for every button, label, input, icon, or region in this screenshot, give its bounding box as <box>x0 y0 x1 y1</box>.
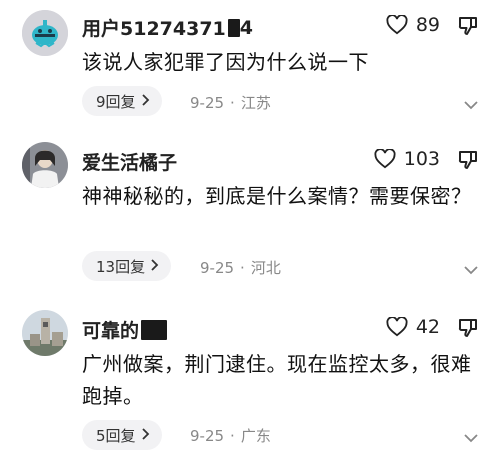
username-text: 用户51274371 <box>82 18 226 40</box>
chevron-down-icon[interactable] <box>464 260 478 279</box>
username-text: 爱生活橘子 <box>82 152 178 174</box>
replies-button[interactable]: 5回复 <box>82 420 162 450</box>
redacted-block <box>227 18 240 37</box>
redacted-block <box>177 153 215 171</box>
username[interactable]: 可靠的 <box>82 316 168 343</box>
comment-meta: 9-25 · 河北 <box>200 259 281 277</box>
dislike-button[interactable] <box>458 318 478 342</box>
replies-count: 13回复 <box>96 257 146 276</box>
heart-icon <box>374 149 396 169</box>
heart-icon <box>386 317 408 337</box>
comment-location: 江苏 <box>240 94 271 112</box>
redacted-block <box>141 319 168 340</box>
comment-meta: 9-25 · 广东 <box>190 427 271 445</box>
replies-button[interactable]: 9回复 <box>82 86 162 116</box>
heart-icon <box>386 15 408 35</box>
like-button[interactable]: 103 <box>374 148 440 170</box>
chevron-down-icon[interactable] <box>464 428 478 447</box>
chevron-right-icon <box>140 426 150 444</box>
comment-text: 神神秘秘的，到底是什么案情？需要保密？ <box>82 184 472 208</box>
username-tail: 4 <box>239 16 253 39</box>
like-count: 89 <box>415 14 440 36</box>
thumbs-down-icon <box>458 319 478 342</box>
comment-text: 广州做案，荆门逮住。现在监控太多，很难跑掉。 <box>82 352 472 408</box>
like-button[interactable]: 42 <box>386 316 440 338</box>
avatar[interactable] <box>22 310 68 356</box>
like-count: 103 <box>403 148 440 170</box>
comment-location: 广东 <box>240 427 271 445</box>
dislike-button[interactable] <box>458 150 478 174</box>
username[interactable]: 用户51274371 4 <box>82 14 253 41</box>
avatar[interactable] <box>22 10 68 56</box>
comment-date: 9-25 <box>200 259 235 277</box>
username[interactable]: 爱生活橘子 <box>82 148 215 175</box>
replies-count: 9回复 <box>96 92 136 111</box>
comment-meta: 9-25 · 江苏 <box>190 94 271 112</box>
dislike-button[interactable] <box>458 16 478 40</box>
comment-location: 河北 <box>250 259 281 277</box>
avatar[interactable] <box>22 142 68 188</box>
thumbs-down-icon <box>458 151 478 174</box>
comment-date: 9-25 <box>190 427 225 445</box>
chevron-right-icon <box>149 257 159 275</box>
chevron-right-icon <box>140 92 150 110</box>
like-count: 42 <box>415 316 440 338</box>
thumbs-down-icon <box>458 17 478 40</box>
like-button[interactable]: 89 <box>386 14 440 36</box>
comment-date: 9-25 <box>190 94 225 112</box>
replies-button[interactable]: 13回复 <box>82 251 172 281</box>
replies-count: 5回复 <box>96 426 136 445</box>
chevron-down-icon[interactable] <box>464 95 478 114</box>
comment-text: 该说人家犯罪了因为什么说一下 <box>82 50 369 74</box>
username-text: 可靠的 <box>82 320 140 342</box>
